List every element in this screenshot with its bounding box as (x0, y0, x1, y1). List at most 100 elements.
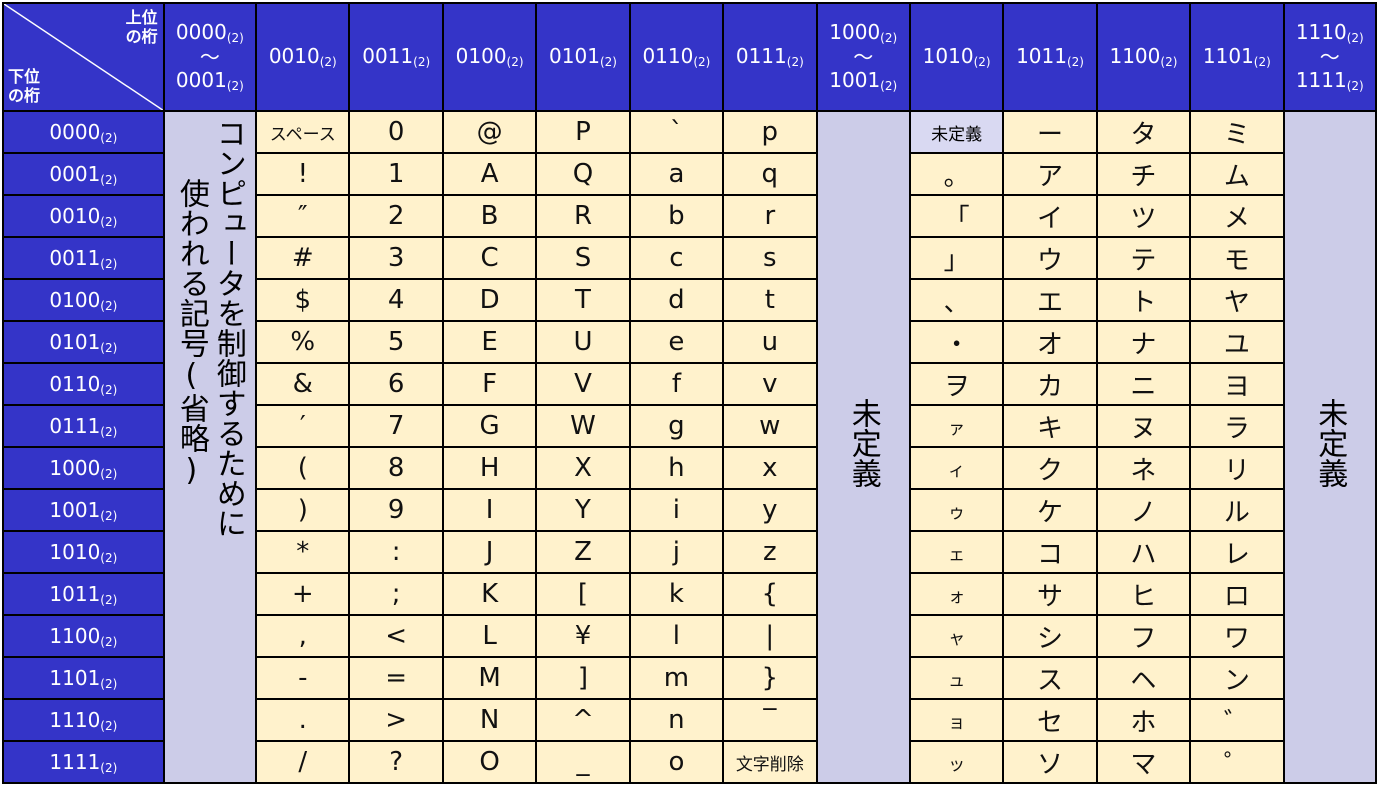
character-cell: ケ (1002, 488, 1098, 532)
character-cell: ; (348, 572, 444, 616)
character-cell: ュ (908, 656, 1005, 700)
character-cell: ョ (908, 698, 1005, 742)
character-cell: g (628, 404, 725, 448)
character-code-table: 上位 の桁 下位 の桁 0000(2) 〜 0001(2) 0010(2) 0011(2) 0… (2, 2, 1378, 784)
row-header: 0010(2) (2, 194, 165, 238)
character-cell: ` (628, 110, 725, 154)
character-cell: ロ (1189, 572, 1285, 616)
character-cell: Q (535, 152, 631, 196)
character-cell: ソ (1002, 740, 1098, 784)
character-cell: ャ (908, 614, 1005, 658)
character-cell: スペース (255, 110, 351, 154)
character-cell: M (441, 656, 538, 700)
character-cell: キ (1002, 404, 1098, 448)
vertical-text: 使われる記号(省略) (173, 178, 209, 488)
character-cell: ル (1189, 488, 1285, 532)
character-cell: - (255, 656, 351, 700)
character-cell: Z (535, 530, 631, 574)
character-cell: ア (1002, 152, 1098, 196)
row-header: 1001(2) (2, 488, 165, 532)
character-cell: ゥ (908, 488, 1005, 532)
character-cell: m (628, 656, 725, 700)
column-header: 1100(2) (1095, 2, 1192, 112)
character-cell: ヨ (1189, 362, 1285, 406)
character-cell: ユ (1189, 320, 1285, 364)
character-cell: O (441, 740, 538, 784)
character-cell: メ (1189, 194, 1285, 238)
character-cell: s (722, 236, 818, 280)
character-cell: d (628, 278, 725, 322)
character-cell: & (255, 362, 351, 406)
character-cell: N (441, 698, 538, 742)
character-cell: 8 (348, 446, 444, 490)
character-cell: ッ (908, 740, 1005, 784)
character-cell: ス (1002, 656, 1098, 700)
character-cell: h (628, 446, 725, 490)
character-cell: テ (1095, 236, 1192, 280)
character-cell: ? (348, 740, 444, 784)
column-header: 0111(2) (722, 2, 818, 112)
character-cell: j (628, 530, 725, 574)
character-cell: コ (1002, 530, 1098, 574)
character-cell: + (255, 572, 351, 616)
character-cell: V (535, 362, 631, 406)
character-cell: ニ (1095, 362, 1192, 406)
character-cell: S (535, 236, 631, 280)
character-cell: イ (1002, 194, 1098, 238)
character-cell: n (628, 698, 725, 742)
character-cell: ゜ (1189, 740, 1285, 784)
row-header: 0111(2) (2, 404, 165, 448)
character-cell: . (255, 698, 351, 742)
character-cell: u (722, 320, 818, 364)
character-cell: C (441, 236, 538, 280)
character-cell: B (441, 194, 538, 238)
column-header: 0010(2) (255, 2, 351, 112)
character-cell: L (441, 614, 538, 658)
character-cell: c (628, 236, 725, 280)
character-cell: ゛ (1189, 698, 1285, 742)
character-cell: z (722, 530, 818, 574)
character-cell: ‾ (722, 698, 818, 742)
character-cell: % (255, 320, 351, 364)
column-header: 0101(2) (535, 2, 631, 112)
character-cell: e (628, 320, 725, 364)
row-header: 0100(2) (2, 278, 165, 322)
column-header: 0000(2) 〜 0001(2) (162, 2, 258, 112)
character-cell: y (722, 488, 818, 532)
character-cell: ト (1095, 278, 1192, 322)
character-cell: エ (1002, 278, 1098, 322)
character-cell: # (255, 236, 351, 280)
character-cell: ヲ (908, 362, 1005, 406)
character-cell: オ (1002, 320, 1098, 364)
character-cell: $ (255, 278, 351, 322)
row-header: 1000(2) (2, 446, 165, 490)
character-cell: ー (1002, 110, 1098, 154)
character-cell: G (441, 404, 538, 448)
character-cell: U (535, 320, 631, 364)
character-cell: x (722, 446, 818, 490)
column-header: 0011(2) (348, 2, 444, 112)
character-cell: ハ (1095, 530, 1192, 574)
character-cell: 5 (348, 320, 444, 364)
character-cell: レ (1189, 530, 1285, 574)
row-header: 1010(2) (2, 530, 165, 574)
row-header: 0011(2) (2, 236, 165, 280)
character-cell: | (722, 614, 818, 658)
character-cell: ミ (1189, 110, 1285, 154)
character-cell: 「 (908, 194, 1005, 238)
character-cell: ラ (1189, 404, 1285, 448)
character-cell: ^ (535, 698, 631, 742)
character-cell: ァ (908, 404, 1005, 448)
character-cell: 2 (348, 194, 444, 238)
upper-digit-label: 上位 の桁 (125, 8, 158, 47)
character-cell: q (722, 152, 818, 196)
vertical-text: コンピュータを制御するために (210, 118, 246, 538)
character-cell: ナ (1095, 320, 1192, 364)
column-header-row: 上位 の桁 下位 の桁 0000(2) 〜 0001(2) 0010(2) 0011(2) 0… (2, 2, 1378, 112)
character-cell: 0 (348, 110, 444, 154)
character-cell: セ (1002, 698, 1098, 742)
row-header: 1101(2) (2, 656, 165, 700)
character-cell: Y (535, 488, 631, 532)
character-cell: ヒ (1095, 572, 1192, 616)
character-cell: ″ (255, 194, 351, 238)
